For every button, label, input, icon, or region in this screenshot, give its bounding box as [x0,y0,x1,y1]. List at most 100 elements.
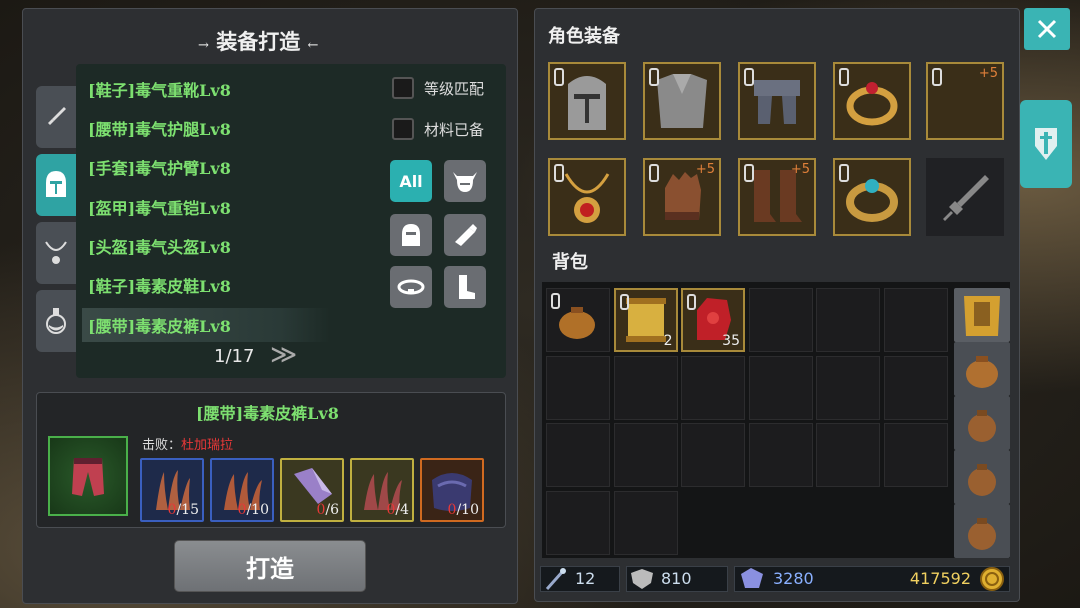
bag-slot[interactable] [883,423,948,487]
lock-icon [554,68,564,86]
materials-ready-label: 材料已备 [424,121,485,139]
material-slot[interactable]: 0/15 [140,458,204,522]
filter-all-button[interactable]: All [390,160,432,202]
bag-slot[interactable] [816,288,880,352]
bag-slot[interactable] [546,288,610,352]
equip-slot-empty[interactable]: +5 [926,62,1004,140]
gem-icon [741,568,763,588]
bag-slot[interactable] [883,288,948,352]
equip-slot-ring-2[interactable] [833,158,911,236]
golden-chest-icon [964,296,1000,336]
bag-slot[interactable]: 2 [613,288,678,352]
filter-all-label: All [399,171,423,191]
bag-slot[interactable] [681,355,745,420]
recipe-item[interactable]: [手套]毒气护臂Lv8 [82,150,330,184]
bag-side-slot[interactable] [954,504,1010,558]
tab-accessory[interactable] [36,222,76,284]
result-item-slot[interactable] [48,436,128,516]
bag-slot[interactable] [748,355,813,420]
crafting-title: → 装备打造 ← [198,29,319,54]
equip-slot-ring[interactable] [833,62,911,140]
pouch-icon [968,410,996,442]
equip-slot-helmet[interactable] [548,62,626,140]
item-count: 2 [663,333,673,349]
level-match-checkbox[interactable] [392,77,414,99]
lock-icon [551,293,560,309]
item-count: 35 [722,333,740,349]
craft-button[interactable]: 打造 [174,540,366,592]
material-slot[interactable]: 0/10 [210,458,274,522]
boots-icon [459,275,475,299]
bag-slot[interactable] [748,423,813,487]
equip-slot-boots[interactable]: +5 [738,158,816,236]
recipe-item[interactable]: [腰带]毒气护腿Lv8 [82,111,330,145]
weapon-slot[interactable] [926,158,1004,236]
attack-stat: 12 [540,566,620,592]
lock-icon [554,164,564,182]
bag-slot[interactable] [681,423,745,487]
pouch-icon [966,356,998,388]
gem-count: 3280 [773,569,814,588]
material-slot[interactable]: 0/6 [280,458,344,522]
recipe-item-selected[interactable]: [腰带]毒素皮裤Lv8 [82,308,330,342]
defeat-info: 击败：杜加瑞拉 [142,438,234,453]
enhance-level: +5 [695,162,715,177]
bag-slot[interactable] [816,423,880,487]
recipe-item[interactable]: [鞋子]毒气重靴Lv8 [82,72,330,106]
material-slot[interactable]: 0/4 [350,458,414,522]
filter-belt-button[interactable] [390,266,432,308]
bag-slot[interactable] [613,423,678,487]
tab-weapon[interactable] [36,86,76,148]
red-pants-icon [72,458,104,496]
page-indicator: 1/17 [214,346,255,367]
bag-side-slot[interactable] [954,450,1010,504]
tab-armor[interactable] [36,154,76,216]
gold-count: 417592 [909,569,971,588]
equip-slot-necklace[interactable] [548,158,626,236]
recipe-item[interactable]: [盔甲]毒气重铠Lv8 [82,190,330,224]
bag-side-slot[interactable] [954,342,1010,396]
filter-armor-button[interactable] [390,214,432,256]
next-page-button[interactable]: ≫ [270,340,297,370]
bag-slot[interactable] [816,355,880,420]
lock-icon [619,294,629,310]
sword-icon [48,107,66,125]
bag-side-slot[interactable] [954,396,1010,450]
bag-side-slot[interactable] [954,288,1010,342]
bag-slot[interactable] [546,423,610,487]
bag-slot[interactable] [748,288,813,352]
material-slot[interactable]: 0/10 [420,458,484,522]
bag-slot[interactable] [546,355,610,420]
necklace-icon [45,241,67,264]
bag-slot[interactable] [613,355,678,420]
detail-item-name: [腰带]毒素皮裤Lv8 [196,404,339,423]
bag-slot[interactable]: 35 [681,288,745,352]
belt-icon [397,279,425,295]
equip-slot-armor[interactable] [643,62,721,140]
equip-slot-gloves[interactable]: +5 [643,158,721,236]
filter-helmet-button[interactable] [444,160,486,202]
close-icon [1037,19,1057,39]
recipe-item[interactable]: [鞋子]毒素皮鞋Lv8 [82,268,330,302]
close-button[interactable] [1024,8,1070,50]
equip-slot-belt[interactable] [738,62,816,140]
filter-boots-button[interactable] [444,266,486,308]
bag-slot[interactable] [883,355,948,420]
shield-icon [631,569,653,589]
potion-icon [46,308,66,334]
bag-slot[interactable] [613,490,678,555]
filter-glove-button[interactable] [444,214,486,256]
shield-sword-icon [1035,128,1057,160]
tab-consumable[interactable] [36,290,76,352]
defense-stat: 810 [626,566,728,592]
equipment-title: 角色装备 [548,26,620,47]
materials-ready-checkbox[interactable] [392,118,414,140]
side-tab-equipment[interactable] [1020,100,1072,188]
sword-icon [943,175,989,221]
enhance-level: +5 [978,66,998,81]
lock-icon [649,164,659,182]
recipe-item[interactable]: [头盔]毒气头盔Lv8 [82,229,330,263]
level-match-label: 等级匹配 [424,80,485,98]
gold-coin-icon [980,567,1004,591]
bag-slot[interactable] [546,490,610,555]
